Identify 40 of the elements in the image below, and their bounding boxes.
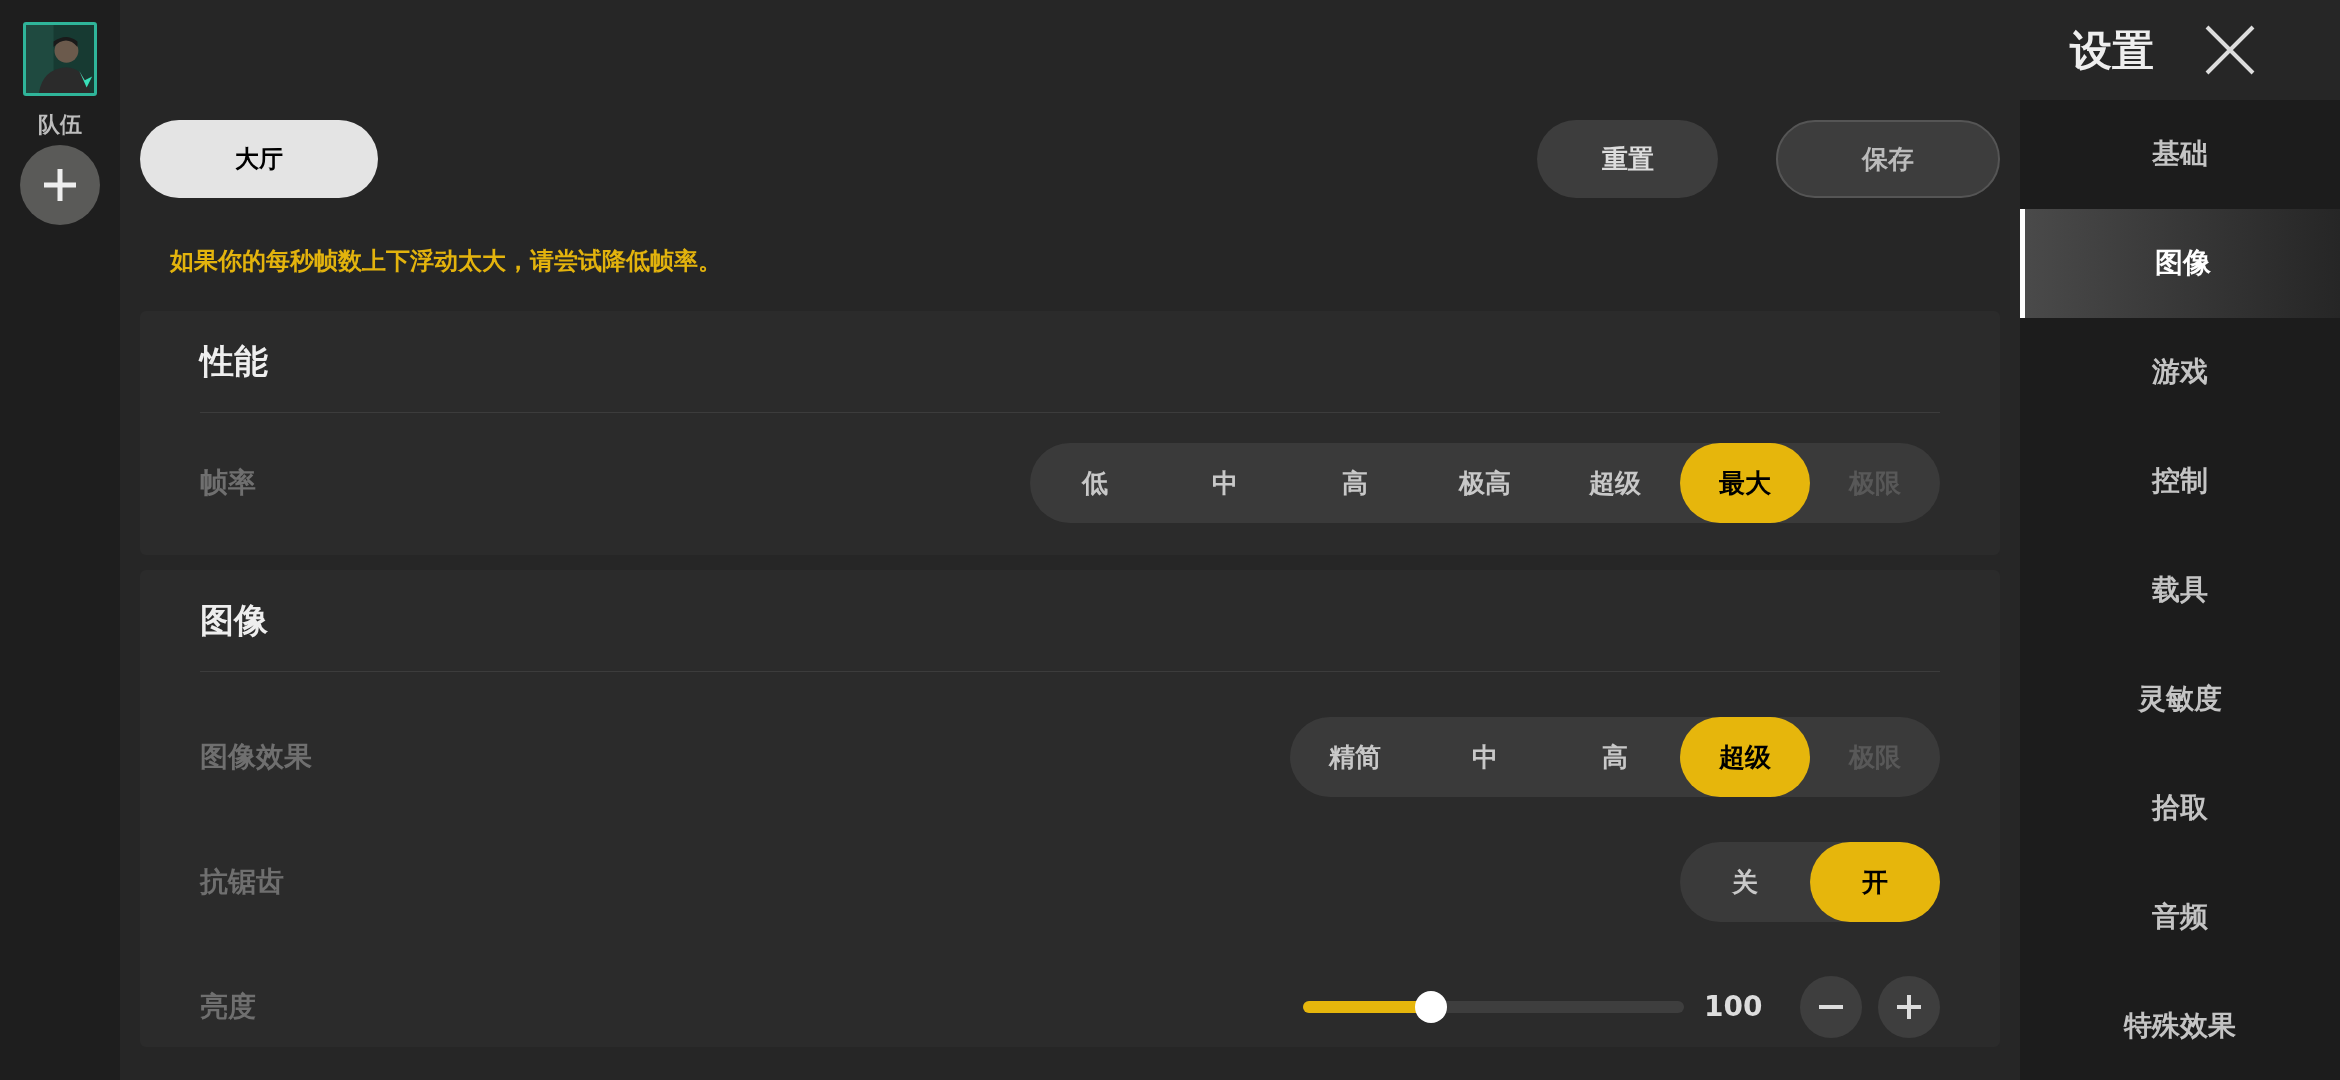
minus-icon <box>1817 1005 1845 1009</box>
option-button[interactable]: 开 <box>1810 842 1940 922</box>
lobby-tab[interactable]: 大厅 <box>140 120 378 198</box>
option-button[interactable]: 超级 <box>1680 717 1810 797</box>
option-button[interactable]: 精简 <box>1290 717 1420 797</box>
slider-value: 100 <box>1704 989 1764 1025</box>
team-label: 队伍 <box>38 111 82 139</box>
setting-label: 图像效果 <box>200 739 312 775</box>
option-button[interactable]: 关 <box>1680 842 1810 922</box>
nav-tab[interactable]: 特殊效果 <box>2020 971 2340 1080</box>
reset-button[interactable]: 重置 <box>1537 120 1718 198</box>
option-button[interactable]: 极高 <box>1420 443 1550 523</box>
settings-title: 设置 <box>2070 24 2154 77</box>
save-button[interactable]: 保存 <box>1776 120 2000 198</box>
nav-tab[interactable]: 图像 <box>2020 208 2340 318</box>
plus-icon <box>42 167 78 203</box>
setting-label: 亮度 <box>200 989 256 1025</box>
option-button[interactable]: 高 <box>1290 443 1420 523</box>
section-title: 图像 <box>200 599 268 642</box>
option-button[interactable]: 低 <box>1030 443 1160 523</box>
nav-tab[interactable]: 控制 <box>2020 426 2340 536</box>
setting-label: 抗锯齿 <box>200 864 284 900</box>
nav-tab[interactable]: 灵敏度 <box>2020 644 2340 754</box>
nav-tab[interactable]: 载具 <box>2020 535 2340 645</box>
close-icon[interactable] <box>2204 24 2256 76</box>
setting-label: 帧率 <box>200 465 256 501</box>
option-button[interactable]: 最大 <box>1680 443 1810 523</box>
brightness-slider[interactable] <box>1303 991 1684 1023</box>
option-button[interactable]: 中 <box>1160 443 1290 523</box>
notice-text: 如果你的每秒帧数上下浮动太大，请尝试降低帧率。 <box>170 246 723 277</box>
nav-tab[interactable]: 游戏 <box>2020 317 2340 427</box>
section-title: 性能 <box>200 340 268 383</box>
slider-thumb[interactable] <box>1414 991 1447 1023</box>
nav-tab[interactable]: 拾取 <box>2020 753 2340 863</box>
nav-tab[interactable]: 基础 <box>2020 100 2340 209</box>
option-button[interactable]: 中 <box>1420 717 1550 797</box>
option-button[interactable]: 高 <box>1550 717 1680 797</box>
nav-tab[interactable]: 音频 <box>2020 862 2340 972</box>
plus-icon <box>1895 993 1923 1021</box>
option-button[interactable]: 超级 <box>1550 443 1680 523</box>
